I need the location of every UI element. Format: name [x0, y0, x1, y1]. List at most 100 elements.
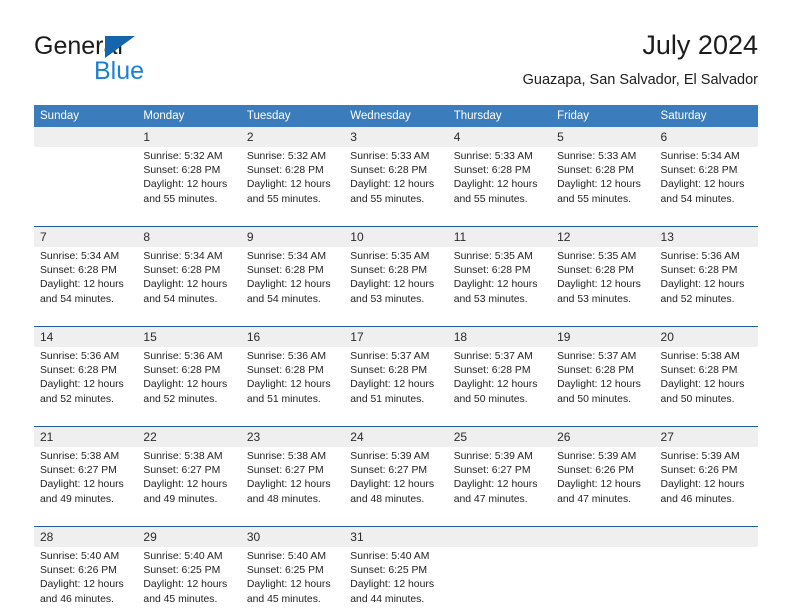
day-cell[interactable]: Sunrise: 5:36 AM Sunset: 6:28 PM Dayligh… — [34, 347, 138, 416]
sunrise-text: Sunrise: 5:37 AM — [350, 351, 430, 362]
day-cell[interactable]: Sunrise: 5:39 AM Sunset: 6:26 PM Dayligh… — [654, 447, 758, 516]
sunrise-text: Sunrise: 5:39 AM — [557, 451, 637, 462]
daylight-text-line2: and 50 minutes. — [453, 393, 528, 405]
week-row-daynumbers: 1 2 3 4 5 6 — [34, 127, 758, 147]
daylight-text-line2: and 52 minutes. — [40, 393, 114, 405]
sunrise-text: Sunrise: 5:33 AM — [453, 151, 533, 162]
day-number: 14 — [34, 326, 138, 347]
daylight-text-line1: Daylight: 12 hours — [143, 379, 228, 391]
day-cell[interactable] — [551, 547, 655, 616]
sunrise-text: Sunrise: 5:36 AM — [40, 351, 120, 362]
day-cell[interactable]: Sunrise: 5:39 AM Sunset: 6:27 PM Dayligh… — [344, 447, 448, 516]
daylight-text-line1: Daylight: 12 hours — [350, 179, 435, 191]
day-number: 15 — [137, 326, 241, 347]
sunset-text: Sunset: 6:27 PM — [40, 465, 117, 477]
day-cell[interactable]: Sunrise: 5:40 AM Sunset: 6:25 PM Dayligh… — [137, 547, 241, 616]
day-cell[interactable]: Sunrise: 5:33 AM Sunset: 6:28 PM Dayligh… — [447, 147, 552, 216]
day-number: 20 — [654, 326, 758, 347]
sunrise-text: Sunrise: 5:36 AM — [660, 251, 740, 262]
daylight-text-line1: Daylight: 12 hours — [40, 279, 124, 291]
daylight-text-line2: and 55 minutes. — [143, 193, 218, 205]
day-cell[interactable]: Sunrise: 5:32 AM Sunset: 6:28 PM Dayligh… — [240, 147, 345, 216]
sunset-text: Sunset: 6:28 PM — [246, 265, 324, 277]
general-blue-logo[interactable]: General Blue — [34, 32, 274, 92]
day-cell[interactable]: Sunrise: 5:37 AM Sunset: 6:28 PM Dayligh… — [447, 347, 552, 416]
daylight-text-line1: Daylight: 12 hours — [246, 579, 331, 591]
day-cell[interactable] — [654, 547, 758, 616]
week-row-details: Sunrise: 5:40 AM Sunset: 6:26 PM Dayligh… — [34, 547, 758, 616]
day-number: 1 — [137, 127, 241, 147]
sunrise-text: Sunrise: 5:37 AM — [557, 351, 637, 362]
daylight-text-line1: Daylight: 12 hours — [350, 479, 435, 491]
day-cell[interactable]: Sunrise: 5:37 AM Sunset: 6:28 PM Dayligh… — [551, 347, 655, 416]
day-number: 16 — [240, 326, 345, 347]
sunrise-text: Sunrise: 5:37 AM — [453, 351, 533, 362]
sunrise-text: Sunrise: 5:32 AM — [143, 151, 223, 162]
day-number: 17 — [344, 326, 448, 347]
daylight-text-line1: Daylight: 12 hours — [350, 279, 435, 291]
daylight-text-line1: Daylight: 12 hours — [660, 379, 745, 391]
daylight-text-line2: and 49 minutes. — [143, 493, 218, 505]
week-gap — [34, 216, 758, 224]
daylight-text-line2: and 54 minutes. — [40, 293, 114, 305]
sunrise-text: Sunrise: 5:38 AM — [143, 451, 223, 462]
day-number: 5 — [551, 127, 655, 147]
day-cell[interactable]: Sunrise: 5:35 AM Sunset: 6:28 PM Dayligh… — [344, 247, 448, 316]
day-cell[interactable]: Sunrise: 5:34 AM Sunset: 6:28 PM Dayligh… — [137, 247, 241, 316]
day-cell[interactable]: Sunrise: 5:35 AM Sunset: 6:28 PM Dayligh… — [447, 247, 552, 316]
sunrise-text: Sunrise: 5:39 AM — [660, 451, 740, 462]
day-number: 9 — [240, 226, 345, 247]
daylight-text-line1: Daylight: 12 hours — [40, 579, 124, 591]
day-cell[interactable]: Sunrise: 5:36 AM Sunset: 6:28 PM Dayligh… — [240, 347, 345, 416]
sunrise-text: Sunrise: 5:34 AM — [660, 151, 740, 162]
weekday-header-row: Sunday Monday Tuesday Wednesday Thursday… — [34, 105, 758, 127]
daylight-text-line2: and 53 minutes. — [453, 293, 528, 305]
sunset-text: Sunset: 6:28 PM — [660, 165, 738, 177]
weekday-header-wednesday: Wednesday — [344, 105, 448, 127]
day-cell[interactable]: Sunrise: 5:33 AM Sunset: 6:28 PM Dayligh… — [551, 147, 655, 216]
sunset-text: Sunset: 6:26 PM — [660, 465, 738, 477]
day-cell[interactable]: Sunrise: 5:39 AM Sunset: 6:27 PM Dayligh… — [447, 447, 552, 516]
day-cell[interactable]: Sunrise: 5:38 AM Sunset: 6:28 PM Dayligh… — [654, 347, 758, 416]
daylight-text-line1: Daylight: 12 hours — [453, 379, 538, 391]
day-cell[interactable]: Sunrise: 5:33 AM Sunset: 6:28 PM Dayligh… — [344, 147, 448, 216]
sunset-text: Sunset: 6:28 PM — [40, 365, 117, 377]
day-cell[interactable]: Sunrise: 5:40 AM Sunset: 6:25 PM Dayligh… — [240, 547, 345, 616]
day-cell[interactable] — [34, 147, 138, 216]
weekday-header-sunday: Sunday — [34, 105, 138, 127]
day-cell[interactable]: Sunrise: 5:32 AM Sunset: 6:28 PM Dayligh… — [137, 147, 241, 216]
day-number: 25 — [447, 426, 552, 447]
weekday-header-friday: Friday — [551, 105, 655, 127]
daylight-text-line1: Daylight: 12 hours — [660, 279, 745, 291]
day-cell[interactable]: Sunrise: 5:38 AM Sunset: 6:27 PM Dayligh… — [240, 447, 345, 516]
day-cell[interactable]: Sunrise: 5:34 AM Sunset: 6:28 PM Dayligh… — [34, 247, 138, 316]
day-cell[interactable]: Sunrise: 5:38 AM Sunset: 6:27 PM Dayligh… — [137, 447, 241, 516]
day-cell[interactable] — [447, 547, 552, 616]
daylight-text-line2: and 50 minutes. — [557, 393, 632, 405]
sunrise-text: Sunrise: 5:35 AM — [453, 251, 533, 262]
day-cell[interactable]: Sunrise: 5:35 AM Sunset: 6:28 PM Dayligh… — [551, 247, 655, 316]
sunset-text: Sunset: 6:27 PM — [246, 465, 324, 477]
sunrise-text: Sunrise: 5:38 AM — [40, 451, 120, 462]
day-cell[interactable]: Sunrise: 5:40 AM Sunset: 6:26 PM Dayligh… — [34, 547, 138, 616]
day-cell[interactable]: Sunrise: 5:37 AM Sunset: 6:28 PM Dayligh… — [344, 347, 448, 416]
weekday-header-tuesday: Tuesday — [240, 105, 345, 127]
daylight-text-line1: Daylight: 12 hours — [143, 579, 228, 591]
daylight-text-line2: and 55 minutes. — [453, 193, 528, 205]
daylight-text-line1: Daylight: 12 hours — [350, 379, 435, 391]
day-number: 24 — [344, 426, 448, 447]
daylight-text-line2: and 54 minutes. — [246, 293, 321, 305]
sunrise-text: Sunrise: 5:34 AM — [40, 251, 120, 262]
sunset-text: Sunset: 6:28 PM — [143, 265, 221, 277]
day-cell[interactable]: Sunrise: 5:36 AM Sunset: 6:28 PM Dayligh… — [137, 347, 241, 416]
day-cell[interactable]: Sunrise: 5:34 AM Sunset: 6:28 PM Dayligh… — [654, 147, 758, 216]
day-cell[interactable]: Sunrise: 5:39 AM Sunset: 6:26 PM Dayligh… — [551, 447, 655, 516]
daylight-text-line1: Daylight: 12 hours — [453, 279, 538, 291]
day-number: 7 — [34, 226, 138, 247]
day-cell[interactable]: Sunrise: 5:40 AM Sunset: 6:25 PM Dayligh… — [344, 547, 448, 616]
day-cell[interactable]: Sunrise: 5:34 AM Sunset: 6:28 PM Dayligh… — [240, 247, 345, 316]
day-number: 26 — [551, 426, 655, 447]
day-number: 22 — [137, 426, 241, 447]
day-cell[interactable]: Sunrise: 5:36 AM Sunset: 6:28 PM Dayligh… — [654, 247, 758, 316]
day-cell[interactable]: Sunrise: 5:38 AM Sunset: 6:27 PM Dayligh… — [34, 447, 138, 516]
